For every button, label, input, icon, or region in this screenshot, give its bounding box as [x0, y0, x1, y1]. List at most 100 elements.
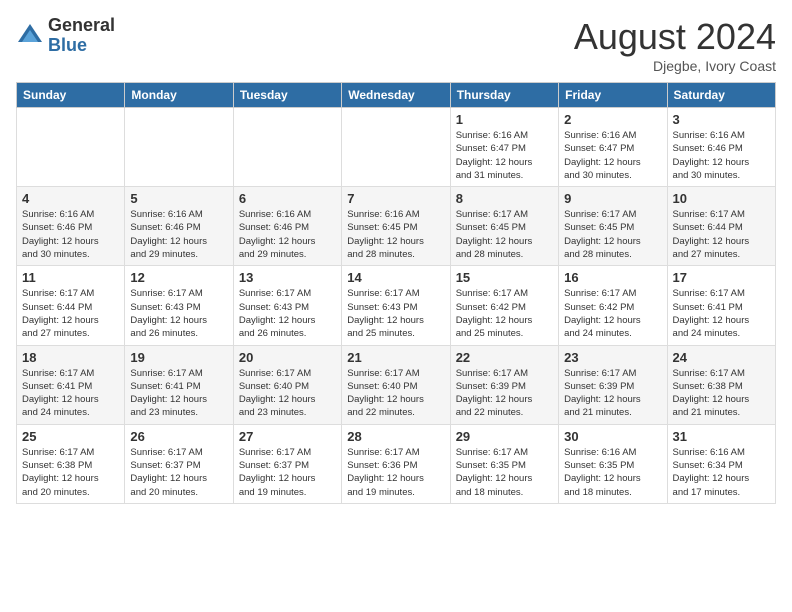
- calendar-cell: 14 Sunrise: 6:17 AM Sunset: 6:43 PM Dayli…: [342, 266, 450, 345]
- day-number: 25: [22, 429, 119, 444]
- calendar-week-4: 18 Sunrise: 6:17 AM Sunset: 6:41 PM Dayli…: [17, 345, 776, 424]
- day-number: 4: [22, 191, 119, 206]
- day-info: Sunrise: 6:16 AM Sunset: 6:46 PM Dayligh…: [130, 208, 227, 261]
- day-info: Sunrise: 6:17 AM Sunset: 6:45 PM Dayligh…: [564, 208, 661, 261]
- day-number: 15: [456, 270, 553, 285]
- day-info: Sunrise: 6:17 AM Sunset: 6:40 PM Dayligh…: [347, 367, 444, 420]
- calendar-week-5: 25 Sunrise: 6:17 AM Sunset: 6:38 PM Dayli…: [17, 424, 776, 503]
- calendar-cell: 4 Sunrise: 6:16 AM Sunset: 6:46 PM Daylig…: [17, 187, 125, 266]
- day-info: Sunrise: 6:17 AM Sunset: 6:35 PM Dayligh…: [456, 446, 553, 499]
- calendar-cell: [125, 108, 233, 187]
- title-block: August 2024 Djegbe, Ivory Coast: [574, 16, 776, 74]
- day-number: 24: [673, 350, 770, 365]
- day-number: 7: [347, 191, 444, 206]
- calendar-cell: 30Sunrise: 6:16 AM Sunset: 6:35 PM Dayli…: [559, 424, 667, 503]
- day-info: Sunrise: 6:17 AM Sunset: 6:45 PM Dayligh…: [456, 208, 553, 261]
- calendar-cell: 26Sunrise: 6:17 AM Sunset: 6:37 PM Dayli…: [125, 424, 233, 503]
- day-info: Sunrise: 6:17 AM Sunset: 6:39 PM Dayligh…: [456, 367, 553, 420]
- calendar-cell: 6 Sunrise: 6:16 AM Sunset: 6:46 PM Daylig…: [233, 187, 341, 266]
- day-number: 27: [239, 429, 336, 444]
- calendar-week-3: 11Sunrise: 6:17 AM Sunset: 6:44 PM Dayli…: [17, 266, 776, 345]
- calendar-cell: 23Sunrise: 6:17 AM Sunset: 6:39 PM Dayli…: [559, 345, 667, 424]
- day-info: Sunrise: 6:16 AM Sunset: 6:47 PM Dayligh…: [456, 129, 553, 182]
- page-header: General Blue August 2024 Djegbe, Ivory C…: [16, 16, 776, 74]
- calendar-cell: 27 Sunrise: 6:17 AM Sunset: 6:37 PM Dayli…: [233, 424, 341, 503]
- calendar-cell: 5 Sunrise: 6:16 AM Sunset: 6:46 PM Daylig…: [125, 187, 233, 266]
- calendar-cell: 10Sunrise: 6:17 AM Sunset: 6:44 PM Dayli…: [667, 187, 775, 266]
- day-info: Sunrise: 6:16 AM Sunset: 6:34 PM Dayligh…: [673, 446, 770, 499]
- day-number: 17: [673, 270, 770, 285]
- weekday-header-saturday: Saturday: [667, 83, 775, 108]
- day-number: 9: [564, 191, 661, 206]
- logo-general: General: [48, 16, 115, 36]
- day-number: 16: [564, 270, 661, 285]
- calendar-cell: 18Sunrise: 6:17 AM Sunset: 6:41 PM Dayli…: [17, 345, 125, 424]
- weekday-header-tuesday: Tuesday: [233, 83, 341, 108]
- day-number: 2: [564, 112, 661, 127]
- day-number: 18: [22, 350, 119, 365]
- day-number: 1: [456, 112, 553, 127]
- day-info: Sunrise: 6:17 AM Sunset: 6:41 PM Dayligh…: [130, 367, 227, 420]
- day-info: Sunrise: 6:16 AM Sunset: 6:46 PM Dayligh…: [673, 129, 770, 182]
- day-number: 5: [130, 191, 227, 206]
- day-info: Sunrise: 6:17 AM Sunset: 6:43 PM Dayligh…: [239, 287, 336, 340]
- day-info: Sunrise: 6:17 AM Sunset: 6:40 PM Dayligh…: [239, 367, 336, 420]
- logo-blue: Blue: [48, 36, 115, 56]
- day-number: 8: [456, 191, 553, 206]
- day-info: Sunrise: 6:17 AM Sunset: 6:43 PM Dayligh…: [347, 287, 444, 340]
- calendar-cell: 19 Sunrise: 6:17 AM Sunset: 6:41 PM Dayli…: [125, 345, 233, 424]
- day-info: Sunrise: 6:16 AM Sunset: 6:47 PM Dayligh…: [564, 129, 661, 182]
- day-number: 21: [347, 350, 444, 365]
- calendar-cell: [342, 108, 450, 187]
- day-number: 19: [130, 350, 227, 365]
- calendar-cell: 3Sunrise: 6:16 AM Sunset: 6:46 PM Daylig…: [667, 108, 775, 187]
- day-number: 30: [564, 429, 661, 444]
- day-number: 22: [456, 350, 553, 365]
- day-number: 20: [239, 350, 336, 365]
- calendar-week-2: 4 Sunrise: 6:16 AM Sunset: 6:46 PM Daylig…: [17, 187, 776, 266]
- day-info: Sunrise: 6:17 AM Sunset: 6:41 PM Dayligh…: [673, 287, 770, 340]
- day-info: Sunrise: 6:16 AM Sunset: 6:46 PM Dayligh…: [239, 208, 336, 261]
- day-info: Sunrise: 6:17 AM Sunset: 6:44 PM Dayligh…: [22, 287, 119, 340]
- calendar-title: August 2024: [574, 16, 776, 58]
- day-number: 26: [130, 429, 227, 444]
- calendar-location: Djegbe, Ivory Coast: [574, 58, 776, 74]
- day-info: Sunrise: 6:16 AM Sunset: 6:45 PM Dayligh…: [347, 208, 444, 261]
- calendar-week-1: 1 Sunrise: 6:16 AM Sunset: 6:47 PM Daylig…: [17, 108, 776, 187]
- day-info: Sunrise: 6:17 AM Sunset: 6:42 PM Dayligh…: [564, 287, 661, 340]
- calendar-cell: 13 Sunrise: 6:17 AM Sunset: 6:43 PM Dayli…: [233, 266, 341, 345]
- calendar-table: SundayMondayTuesdayWednesdayThursdayFrid…: [16, 82, 776, 504]
- calendar-cell: 16 Sunrise: 6:17 AM Sunset: 6:42 PM Dayli…: [559, 266, 667, 345]
- day-number: 23: [564, 350, 661, 365]
- day-number: 28: [347, 429, 444, 444]
- day-info: Sunrise: 6:17 AM Sunset: 6:37 PM Dayligh…: [239, 446, 336, 499]
- day-info: Sunrise: 6:17 AM Sunset: 6:42 PM Dayligh…: [456, 287, 553, 340]
- calendar-cell: 22 Sunrise: 6:17 AM Sunset: 6:39 PM Dayli…: [450, 345, 558, 424]
- day-info: Sunrise: 6:16 AM Sunset: 6:46 PM Dayligh…: [22, 208, 119, 261]
- weekday-header-wednesday: Wednesday: [342, 83, 450, 108]
- calendar-cell: 25 Sunrise: 6:17 AM Sunset: 6:38 PM Dayli…: [17, 424, 125, 503]
- calendar-cell: 21 Sunrise: 6:17 AM Sunset: 6:40 PM Dayli…: [342, 345, 450, 424]
- day-info: Sunrise: 6:17 AM Sunset: 6:38 PM Dayligh…: [22, 446, 119, 499]
- day-number: 6: [239, 191, 336, 206]
- day-number: 13: [239, 270, 336, 285]
- calendar-cell: [233, 108, 341, 187]
- calendar-cell: [17, 108, 125, 187]
- calendar-cell: 11Sunrise: 6:17 AM Sunset: 6:44 PM Dayli…: [17, 266, 125, 345]
- weekday-header-monday: Monday: [125, 83, 233, 108]
- day-info: Sunrise: 6:17 AM Sunset: 6:43 PM Dayligh…: [130, 287, 227, 340]
- logo-icon: [16, 22, 44, 50]
- weekday-header-sunday: Sunday: [17, 83, 125, 108]
- calendar-cell: 2 Sunrise: 6:16 AM Sunset: 6:47 PM Daylig…: [559, 108, 667, 187]
- logo: General Blue: [16, 16, 115, 56]
- calendar-cell: 29Sunrise: 6:17 AM Sunset: 6:35 PM Dayli…: [450, 424, 558, 503]
- day-number: 14: [347, 270, 444, 285]
- day-number: 12: [130, 270, 227, 285]
- calendar-cell: 9 Sunrise: 6:17 AM Sunset: 6:45 PM Daylig…: [559, 187, 667, 266]
- calendar-cell: 7 Sunrise: 6:16 AM Sunset: 6:45 PM Daylig…: [342, 187, 450, 266]
- logo-text: General Blue: [48, 16, 115, 56]
- weekday-header-row: SundayMondayTuesdayWednesdayThursdayFrid…: [17, 83, 776, 108]
- weekday-header-friday: Friday: [559, 83, 667, 108]
- calendar-cell: 1 Sunrise: 6:16 AM Sunset: 6:47 PM Daylig…: [450, 108, 558, 187]
- day-info: Sunrise: 6:17 AM Sunset: 6:36 PM Dayligh…: [347, 446, 444, 499]
